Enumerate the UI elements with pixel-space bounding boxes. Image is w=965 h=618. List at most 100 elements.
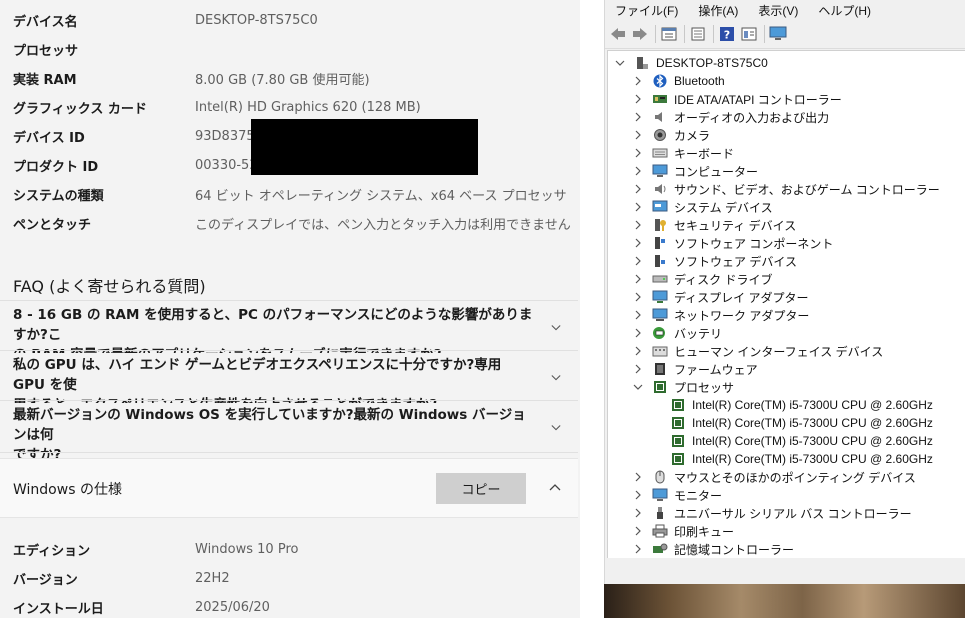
chevron-right-icon[interactable]: [632, 201, 644, 213]
toolbar-divider: [713, 25, 714, 43]
usb-icon: [652, 506, 668, 520]
tree-node-label: ヒューマン インターフェイス デバイス: [674, 344, 884, 359]
chevron-down-icon[interactable]: [551, 373, 561, 383]
display-adapter-icon: [652, 290, 668, 304]
chevron-right-icon[interactable]: [632, 237, 644, 249]
tree-category[interactable]: プロセッサ: [632, 378, 734, 396]
chevron-right-icon[interactable]: [632, 273, 644, 285]
chevron-right-icon[interactable]: [632, 291, 644, 303]
menu-help[interactable]: ヘルプ(H): [808, 0, 881, 20]
tree-category[interactable]: ヒューマン インターフェイス デバイス: [632, 342, 883, 360]
faq-item[interactable]: 8 - 16 GB の RAM を使用すると、PC のパフォーマンスにどのような…: [0, 303, 578, 363]
tree-category[interactable]: ディスク ドライブ: [632, 270, 773, 288]
divider: [0, 300, 578, 301]
chevron-right-icon[interactable]: [632, 309, 644, 321]
tree-category[interactable]: 印刷キュー: [632, 522, 734, 540]
spec-label: エディション: [13, 543, 91, 559]
menu-action[interactable]: 操作(A): [688, 0, 748, 20]
chevron-right-icon[interactable]: [632, 327, 644, 339]
chevron-right-icon[interactable]: [632, 147, 644, 159]
chevron-right-icon[interactable]: [632, 543, 644, 555]
tree-device[interactable]: Intel(R) Core(TM) i5-7300U CPU @ 2.60GHz: [670, 432, 933, 450]
tree-node-label: ディスク ドライブ: [674, 272, 773, 287]
windows-spec-header[interactable]: Windows の仕様 コピー: [0, 458, 578, 518]
chevron-right-icon[interactable]: [632, 489, 644, 501]
tree-category[interactable]: ファームウェア: [632, 360, 758, 378]
chevron-down-icon[interactable]: [614, 57, 626, 69]
properties-icon[interactable]: [660, 25, 678, 43]
spec-value: このディスプレイでは、ペン入力とタッチ入力は利用できません: [195, 217, 571, 233]
monitor-icon[interactable]: [769, 25, 787, 43]
windows-spec-row: バージョン 22H2: [13, 568, 230, 588]
chevron-down-icon[interactable]: [632, 381, 644, 393]
chevron-right-icon[interactable]: [632, 363, 644, 375]
tree-category[interactable]: ネットワーク アダプター: [632, 306, 809, 324]
chevron-right-icon[interactable]: [632, 165, 644, 177]
view-icon[interactable]: [740, 25, 758, 43]
tree-category[interactable]: ユニバーサル シリアル バス コントローラー: [632, 504, 912, 522]
tree-device[interactable]: Intel(R) Core(TM) i5-7300U CPU @ 2.60GHz: [670, 414, 933, 432]
copy-button[interactable]: コピー: [436, 473, 526, 504]
tree-category[interactable]: セキュリティ デバイス: [632, 216, 796, 234]
tree-category[interactable]: ソフトウェア デバイス: [632, 252, 797, 270]
chevron-right-icon[interactable]: [632, 507, 644, 519]
tree-node-label: ディスプレイ アダプター: [674, 290, 809, 305]
faq-item[interactable]: 最新バージョンの Windows OS を実行していますか?最新の Window…: [0, 403, 578, 463]
tree-category[interactable]: コンピューター: [632, 162, 758, 180]
menu-view[interactable]: 表示(V): [748, 0, 808, 20]
chevron-right-icon[interactable]: [632, 345, 644, 357]
tree-node-label: Intel(R) Core(TM) i5-7300U CPU @ 2.60GHz: [692, 452, 933, 466]
mouse-icon: [652, 470, 668, 484]
spec-value: Intel(R) HD Graphics 620 (128 MB): [195, 99, 421, 115]
windows-spec-row: エディション Windows 10 Pro: [13, 539, 298, 559]
tree-node-label: カメラ: [674, 128, 711, 143]
help-icon[interactable]: ?: [718, 25, 736, 43]
chevron-right-icon[interactable]: [632, 129, 644, 141]
tree-category[interactable]: サウンド、ビデオ、およびゲーム コントローラー: [632, 180, 940, 198]
chevron-right-icon[interactable]: [632, 183, 644, 195]
chevron-up-icon[interactable]: [549, 483, 561, 491]
faq-item[interactable]: 私の GPU は、ハイ エンド ゲームとビデオエクスペリエンスに十分ですか?専用…: [0, 353, 578, 413]
chevron-right-icon[interactable]: [632, 471, 644, 483]
chevron-down-icon[interactable]: [551, 323, 561, 333]
faq-question-line: 最新バージョンの Windows OS を実行していますか?最新の Window…: [13, 407, 526, 443]
tree-category[interactable]: モニター: [632, 486, 722, 504]
chevron-right-icon[interactable]: [632, 93, 644, 105]
tree-category[interactable]: 記憶域コントローラー: [632, 540, 794, 558]
tree-category[interactable]: Bluetooth: [632, 72, 725, 90]
spec-label: インストール日: [13, 601, 104, 617]
spec-row: デバイス ID 93D8375: [13, 126, 255, 146]
tree-device[interactable]: Intel(R) Core(TM) i5-7300U CPU @ 2.60GHz: [670, 396, 933, 414]
monitor-icon: [652, 488, 668, 502]
tree-category[interactable]: キーボード: [632, 144, 734, 162]
tree-category[interactable]: ディスプレイ アダプター: [632, 288, 809, 306]
tree-device[interactable]: Intel(R) Core(TM) i5-7300U CPU @ 2.60GHz: [670, 450, 933, 468]
tree-node-label: Intel(R) Core(TM) i5-7300U CPU @ 2.60GHz: [692, 398, 933, 412]
toolbar-divider: [655, 25, 656, 43]
back-arrow-icon[interactable]: [609, 25, 627, 43]
tree-root[interactable]: DESKTOP-8TS75C0: [614, 54, 768, 72]
menu-file[interactable]: ファイル(F): [605, 0, 688, 20]
forward-arrow-icon[interactable]: [631, 25, 649, 43]
chevron-right-icon[interactable]: [632, 255, 644, 267]
chevron-down-icon[interactable]: [551, 423, 561, 433]
chevron-right-icon[interactable]: [632, 111, 644, 123]
faq-question-line: 8 - 16 GB の RAM を使用すると、PC のパフォーマンスにどのような…: [13, 307, 533, 343]
tree-category[interactable]: システム デバイス: [632, 198, 773, 216]
tree-category[interactable]: ソフトウェア コンポーネント: [632, 234, 833, 252]
tree-category[interactable]: オーディオの入力および出力: [632, 108, 829, 126]
faq-question: 最新バージョンの Windows OS を実行していますか?最新の Window…: [13, 405, 533, 465]
update-driver-icon[interactable]: [689, 25, 707, 43]
spec-label: ペンとタッチ: [13, 217, 92, 233]
camera-icon: [652, 128, 668, 142]
tree-category[interactable]: IDE ATA/ATAPI コントローラー: [632, 90, 842, 108]
chevron-right-icon[interactable]: [632, 219, 644, 231]
tree-category[interactable]: カメラ: [632, 126, 710, 144]
tree-category[interactable]: バッテリ: [632, 324, 722, 342]
tree-category[interactable]: マウスとそのほかのポインティング デバイス: [632, 468, 916, 486]
spec-label: プロダクト ID: [13, 159, 99, 175]
disk-drive-icon: [652, 272, 668, 286]
divider: [0, 452, 578, 453]
chevron-right-icon[interactable]: [632, 525, 644, 537]
chevron-right-icon[interactable]: [632, 75, 644, 87]
